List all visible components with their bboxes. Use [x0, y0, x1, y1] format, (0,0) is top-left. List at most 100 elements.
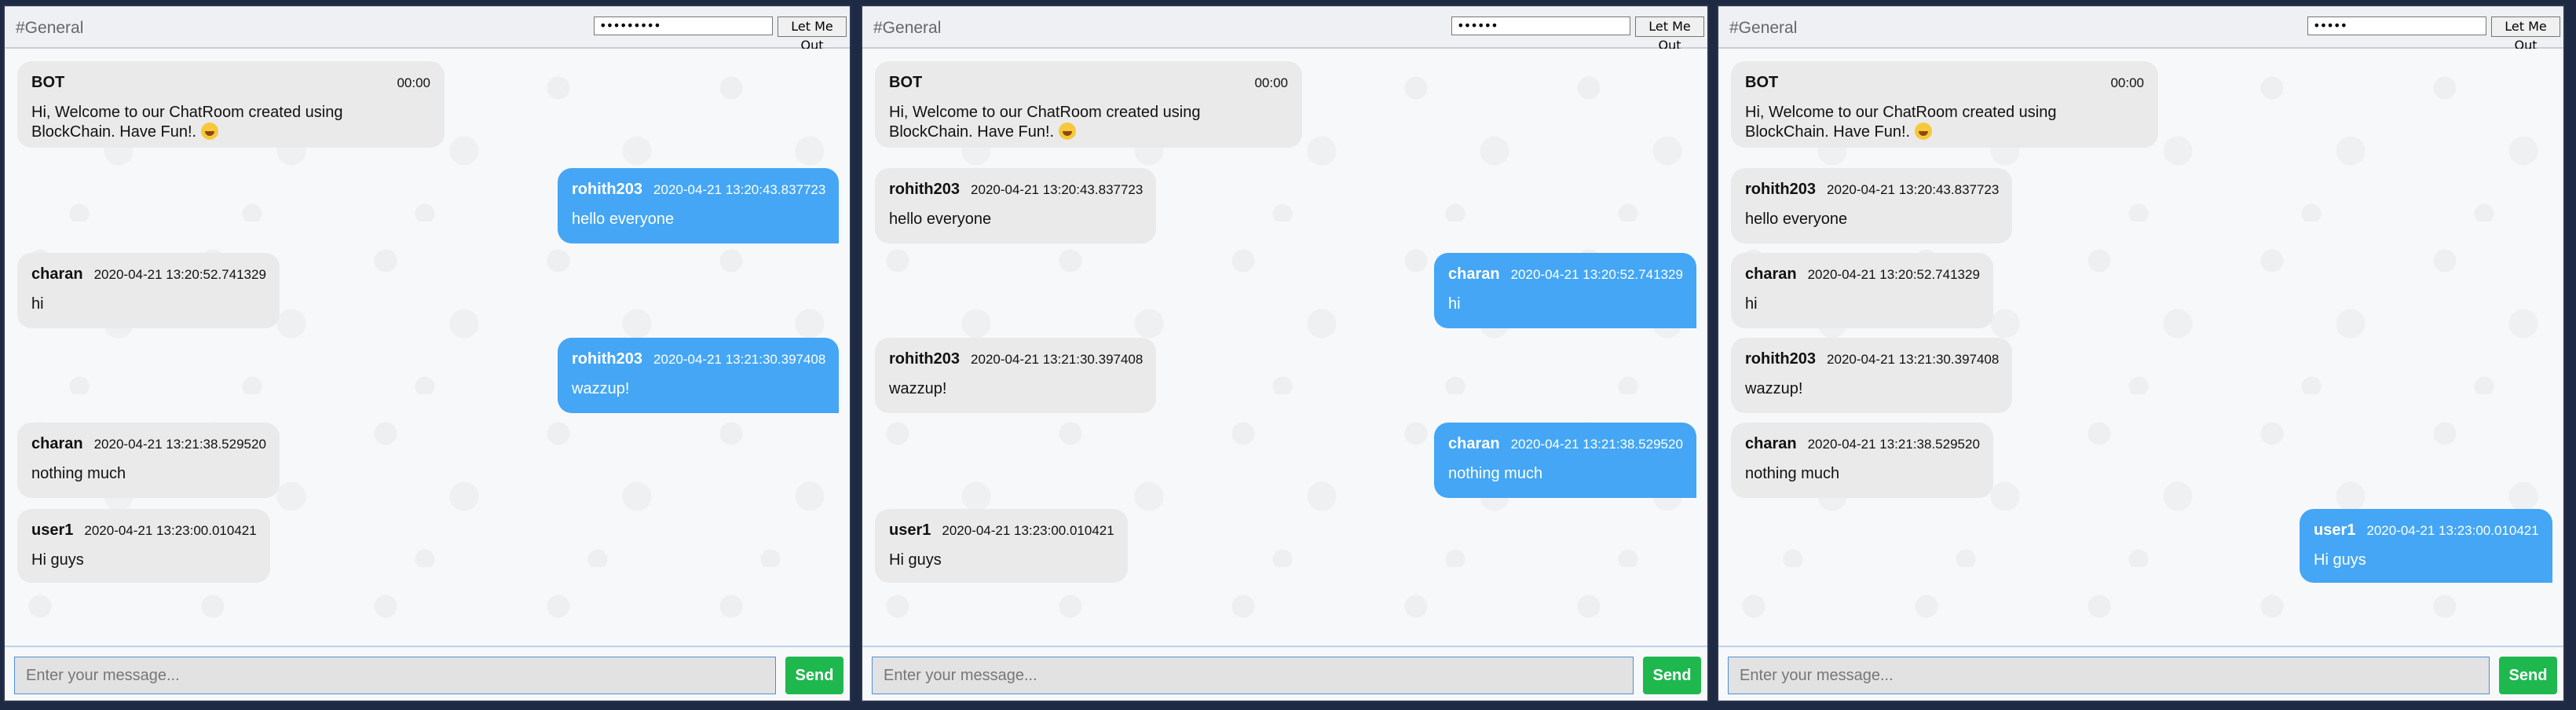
message-timestamp: 2020-04-21 13:23:00.010421 — [84, 523, 257, 538]
message-sender: BOT — [1745, 74, 1779, 91]
password-field[interactable]: ••••••••• — [594, 16, 773, 35]
message-list[interactable]: BOT 00:00 Hi, Welcome to our ChatRoom cre… — [862, 49, 1707, 646]
message-text: nothing much — [31, 465, 126, 482]
composer: Enter your message... Send — [862, 646, 1707, 701]
message-bubble: rohith203 2020-04-21 13:21:30.397408 wazz… — [875, 338, 1156, 413]
password-field[interactable]: ••••• — [2307, 16, 2486, 35]
message-timestamp: 2020-04-21 13:21:30.397408 — [653, 352, 826, 367]
send-button[interactable]: Send — [1643, 657, 1701, 694]
message-text: hello everyone — [572, 210, 675, 228]
message-text: hello everyone — [1745, 210, 1848, 228]
message-bubble: rohith203 2020-04-21 13:21:30.397408 wazz… — [558, 338, 839, 413]
chat-header: #General ••••••••• Let Me Out — [5, 6, 850, 53]
message-text: hi — [1448, 295, 1461, 313]
message-sender: rohith203 — [889, 350, 961, 368]
composer: Enter your message... Send — [5, 646, 850, 701]
message-text: hi — [1745, 295, 1758, 313]
message-sender: BOT — [31, 74, 65, 91]
message-sender: user1 — [2314, 522, 2356, 539]
message-sender: user1 — [889, 522, 931, 539]
chat-window-3: #General ••••• Let Me Out BOT 00:00 Hi, W… — [1717, 5, 2565, 702]
message-timestamp: 2020-04-21 13:21:38.529520 — [1510, 437, 1683, 452]
message-timestamp: 2020-04-21 13:20:52.741329 — [1510, 267, 1683, 282]
message-timestamp: 2020-04-21 13:21:38.529520 — [93, 437, 266, 452]
message-timestamp: 2020-04-21 13:23:00.010421 — [2366, 523, 2539, 538]
message-timestamp: 2020-04-21 13:20:43.837723 — [653, 182, 826, 197]
message-sender: charan — [1448, 265, 1500, 283]
message-bubble: BOT 00:00 Hi, Welcome to our ChatRoom cre… — [1731, 61, 2158, 148]
message-sender: user1 — [31, 522, 74, 539]
message-sender: rohith203 — [1745, 350, 1817, 368]
message-bubble: rohith203 2020-04-21 13:20:43.837723 hell… — [558, 168, 839, 243]
chat-window-2: #General •••••• Let Me Out BOT 00:00 Hi, … — [861, 5, 1709, 702]
message-bubble: rohith203 2020-04-21 13:20:43.837723 hell… — [875, 168, 1156, 243]
message-timestamp: 2020-04-21 13:20:43.837723 — [971, 182, 1143, 197]
message-bubble: charan 2020-04-21 13:21:38.529520 nothing… — [1731, 423, 1993, 498]
message-bubble: user1 2020-04-21 13:23:00.010421 Hi guys — [875, 509, 1128, 583]
message-timestamp: 00:00 — [2110, 75, 2144, 90]
message-input[interactable]: Enter your message... — [872, 657, 1634, 694]
message-bubble: rohith203 2020-04-21 13:21:30.397408 wazz… — [1731, 338, 2012, 413]
message-sender: rohith203 — [572, 350, 643, 368]
message-bubble: rohith203 2020-04-21 13:20:43.837723 hell… — [1731, 168, 2012, 243]
message-text: hello everyone — [889, 210, 992, 228]
message-bubble: charan 2020-04-21 13:20:52.741329 hi — [1731, 253, 1993, 328]
message-text: wazzup! — [1745, 380, 1803, 397]
message-sender: rohith203 — [1745, 181, 1817, 198]
message-bubble: charan 2020-04-21 13:20:52.741329 hi — [17, 253, 280, 328]
message-sender: rohith203 — [572, 181, 643, 198]
message-timestamp: 2020-04-21 13:20:43.837723 — [1827, 182, 2000, 197]
send-button[interactable]: Send — [785, 657, 843, 694]
grinning-face-icon — [1914, 123, 1932, 140]
message-list[interactable]: BOT 00:00 Hi, Welcome to our ChatRoom cre… — [5, 49, 850, 646]
logout-button[interactable]: Let Me Out — [778, 16, 847, 53]
chat-header: #General •••••• Let Me Out — [862, 6, 1707, 53]
send-button[interactable]: Send — [2499, 657, 2557, 694]
message-timestamp: 2020-04-21 13:20:52.741329 — [1807, 267, 1980, 282]
message-text: wazzup! — [572, 380, 630, 397]
message-bubble: charan 2020-04-21 13:20:52.741329 hi — [1434, 253, 1696, 328]
message-bubble: user1 2020-04-21 13:23:00.010421 Hi guys — [17, 509, 270, 583]
logout-button[interactable]: Let Me Out — [2491, 16, 2560, 53]
message-timestamp: 2020-04-21 13:23:00.010421 — [942, 523, 1114, 538]
message-text: Hi, Welcome to our ChatRoom created usin… — [1745, 104, 2057, 141]
message-timestamp: 2020-04-21 13:21:30.397408 — [1827, 352, 2000, 367]
composer: Enter your message... Send — [1718, 646, 2563, 701]
chat-window-1: #General ••••••••• Let Me Out BOT 00:00 H… — [3, 5, 851, 702]
grinning-face-icon — [1058, 123, 1076, 140]
message-text: Hi guys — [889, 551, 942, 569]
message-bubble: charan 2020-04-21 13:21:38.529520 nothing… — [17, 423, 280, 498]
message-timestamp: 2020-04-21 13:21:38.529520 — [1807, 437, 1980, 452]
message-text: nothing much — [1448, 465, 1543, 482]
channel-name: #General — [1729, 19, 1798, 37]
message-text: Hi guys — [2314, 551, 2366, 569]
message-sender: charan — [1745, 435, 1797, 452]
message-text: Hi, Welcome to our ChatRoom created usin… — [889, 104, 1201, 141]
logout-button[interactable]: Let Me Out — [1635, 16, 1704, 53]
message-text: hi — [31, 295, 44, 313]
message-list[interactable]: BOT 00:00 Hi, Welcome to our ChatRoom cre… — [1718, 49, 2563, 646]
grinning-face-icon — [200, 123, 218, 140]
channel-name: #General — [16, 19, 84, 37]
message-text: nothing much — [1745, 465, 1840, 482]
message-sender: charan — [31, 265, 83, 283]
message-input[interactable]: Enter your message... — [14, 657, 776, 694]
message-bubble: user1 2020-04-21 13:23:00.010421 Hi guys — [2300, 509, 2552, 583]
message-text: wazzup! — [889, 380, 947, 397]
message-timestamp: 2020-04-21 13:21:30.397408 — [971, 352, 1143, 367]
message-bubble: charan 2020-04-21 13:21:38.529520 nothing… — [1434, 423, 1696, 498]
message-sender: charan — [31, 435, 83, 452]
message-sender: charan — [1745, 265, 1797, 283]
message-sender: charan — [1448, 435, 1500, 452]
chat-header: #General ••••• Let Me Out — [1718, 6, 2563, 53]
message-sender: rohith203 — [889, 181, 961, 198]
message-timestamp: 00:00 — [1254, 75, 1288, 90]
password-field[interactable]: •••••• — [1451, 16, 1630, 35]
message-bubble: BOT 00:00 Hi, Welcome to our ChatRoom cre… — [875, 61, 1302, 148]
message-timestamp: 2020-04-21 13:20:52.741329 — [93, 267, 266, 282]
message-input[interactable]: Enter your message... — [1728, 657, 2490, 694]
channel-name: #General — [873, 19, 942, 37]
message-text: Hi, Welcome to our ChatRoom created usin… — [31, 104, 343, 141]
message-bubble: BOT 00:00 Hi, Welcome to our ChatRoom cre… — [17, 61, 445, 148]
message-timestamp: 00:00 — [397, 75, 430, 90]
